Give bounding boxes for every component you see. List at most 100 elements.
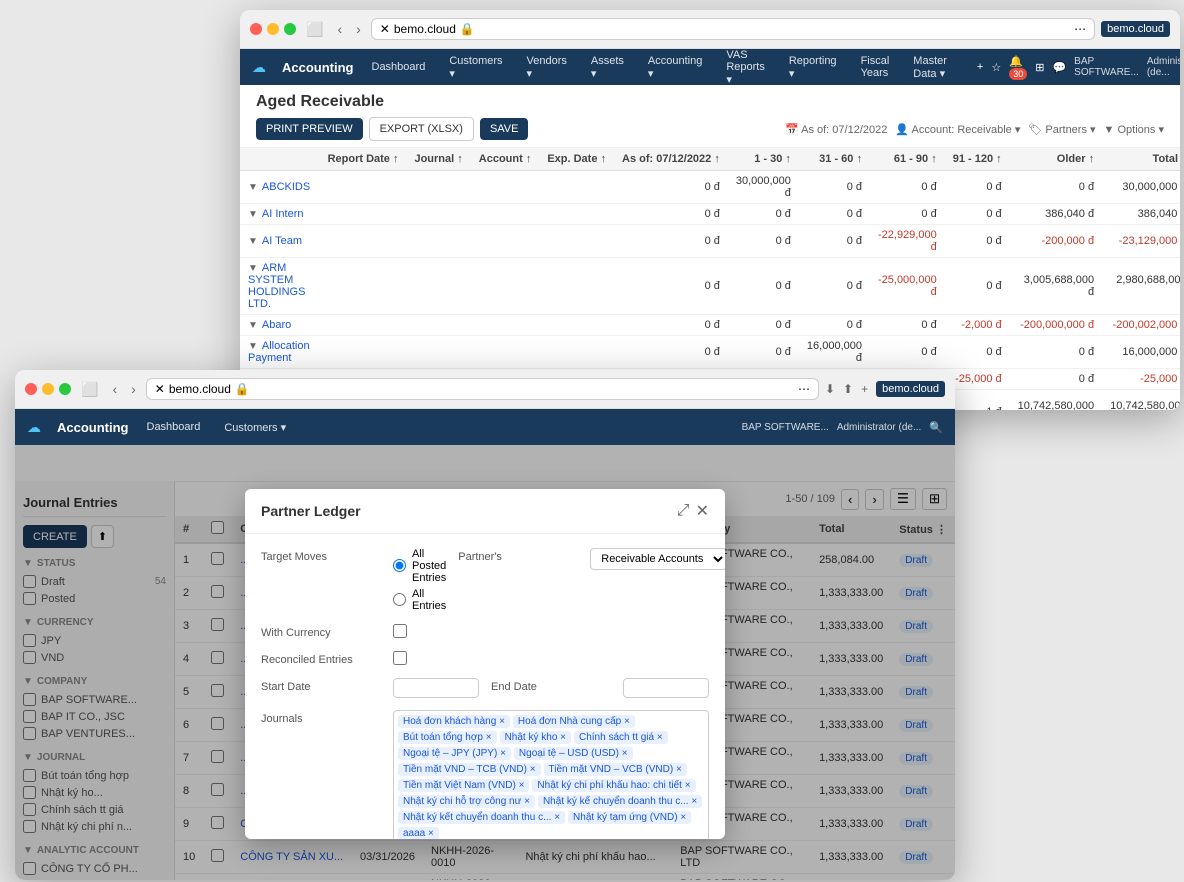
close-button[interactable] xyxy=(250,23,262,35)
window-toggle-2[interactable]: ⬜ xyxy=(77,379,102,400)
report-cell xyxy=(539,258,614,315)
new-tab-icon[interactable]: + xyxy=(861,382,868,396)
app-nav-2: ☁ Accounting Dashboard Customers ▾ BAP S… xyxy=(15,409,955,445)
journal-tag[interactable]: Tiền mặt VND – TCB (VND) × xyxy=(398,763,541,776)
minimize-button-2[interactable] xyxy=(42,383,54,395)
col-report-date[interactable]: Report Date ↑ xyxy=(320,148,407,171)
modal-close-button[interactable]: ✕ xyxy=(696,501,709,521)
journal-tag[interactable]: Bút toán tổng hợp × xyxy=(398,731,497,744)
journal-tag[interactable]: Nhật ký chi hỗ trợ công nư × xyxy=(398,795,535,808)
journal-tag[interactable]: Tiền mặt VND – VCB (VND) × xyxy=(544,763,687,776)
col-61-90[interactable]: 61 - 90 ↑ xyxy=(870,148,945,171)
journal-tag[interactable]: Chính sách tt giá × xyxy=(574,731,668,744)
journal-tag[interactable]: aaaa × xyxy=(398,827,439,839)
nav-bell[interactable]: 🔔30 xyxy=(1009,55,1027,80)
nav-search[interactable]: 🔍 xyxy=(929,421,943,434)
journal-tag[interactable]: Tiền mặt Việt Nam (VND) × xyxy=(398,779,529,792)
back-button-2[interactable]: ‹ xyxy=(108,379,121,399)
report-cell xyxy=(406,315,470,336)
nav-user-2[interactable]: Administrator (de... xyxy=(837,422,921,433)
back-button[interactable]: ‹ xyxy=(333,19,346,39)
report-table-row[interactable]: ▼AI Team0 đ0 đ0 đ-22,929,000 đ0 đ-200,00… xyxy=(240,225,1180,258)
nav-customers[interactable]: Customers ▾ xyxy=(443,51,508,84)
col-journal[interactable]: Journal ↑ xyxy=(406,148,470,171)
filter-account[interactable]: 👤 Account: Receivable ▾ xyxy=(895,123,1020,136)
journals-tags[interactable]: Hoá đơn khách hàng ×Hoá đơn Nhà cung cấp… xyxy=(393,710,709,839)
close-button-2[interactable] xyxy=(25,383,37,395)
nav-dashboard-2[interactable]: Dashboard xyxy=(141,417,207,437)
export-xlsx-button[interactable]: EXPORT (XLSX) xyxy=(369,117,474,141)
start-date-input[interactable] xyxy=(393,678,479,698)
report-cell: 0 đ xyxy=(799,225,870,258)
nav-star[interactable]: ☆ xyxy=(991,61,1001,74)
more-icon[interactable]: ⋯ xyxy=(1074,22,1086,36)
filter-partners[interactable]: 🏷 Partners ▾ xyxy=(1028,123,1095,136)
col-exp-date[interactable]: Exp. Date ↑ xyxy=(539,148,614,171)
report-table-row[interactable]: ▼Abaro0 đ0 đ0 đ0 đ-2,000 đ-200,000,000 đ… xyxy=(240,315,1180,336)
report-table-row[interactable]: ▼AI Intern0 đ0 đ0 đ0 đ0 đ386,040 đ386,04… xyxy=(240,204,1180,225)
journal-tag[interactable]: Hoá đơn khách hàng × xyxy=(398,715,510,728)
nav-chat[interactable]: 💬 xyxy=(1052,61,1066,74)
journal-tag[interactable]: Nhật ký chi phí khấu hao: chi tiết × xyxy=(532,779,695,792)
all-posted-option[interactable]: All Posted Entries xyxy=(393,548,446,584)
report-table-row[interactable]: ▼ABCKIDS0 đ30,000,000 đ0 đ0 đ0 đ0 đ30,00… xyxy=(240,171,1180,204)
page-title: Aged Receivable xyxy=(256,93,1164,111)
url-bar-1[interactable]: ✕ bemo.cloud 🔒 ⋯ xyxy=(371,18,1095,40)
modal-expand-button[interactable]: ⤢ xyxy=(677,501,690,521)
nav-grid[interactable]: ⊞ xyxy=(1035,61,1044,74)
download-icon[interactable]: ⬇ xyxy=(825,382,835,396)
nav-icons: + ☆ 🔔30 ⊞ 💬 BAP SOFTWARE... Administrato… xyxy=(977,55,1180,80)
nav-user[interactable]: Administrator (de... xyxy=(1147,56,1180,78)
report-cell xyxy=(406,171,470,204)
partners-select[interactable]: Receivable Accounts xyxy=(590,548,725,570)
nav-vas-reports[interactable]: VAS Reports ▾ xyxy=(720,45,771,90)
col-older[interactable]: Older ↑ xyxy=(1010,148,1102,171)
nav-assets[interactable]: Assets ▾ xyxy=(585,51,630,84)
journal-tag[interactable]: Nhật ký kế chuyển doanh thu c... × xyxy=(538,795,702,808)
print-preview-button[interactable]: PRINT PREVIEW xyxy=(256,118,363,140)
all-entries-option[interactable]: All Entries xyxy=(393,588,446,612)
save-button[interactable]: SAVE xyxy=(480,118,529,140)
maximize-button-2[interactable] xyxy=(59,383,71,395)
journal-tag[interactable]: Nhật ký tạm ứng (VND) × xyxy=(568,811,691,824)
journal-tag[interactable]: Nhật ký kết chuyển doanh thu c... × xyxy=(398,811,565,824)
maximize-button[interactable] xyxy=(284,23,296,35)
nav-company[interactable]: BAP SOFTWARE... xyxy=(1074,56,1139,78)
col-account[interactable]: Account ↑ xyxy=(471,148,540,171)
more-icon-2[interactable]: ⋯ xyxy=(798,382,810,396)
col-total[interactable]: Total ↑ xyxy=(1102,148,1180,171)
nav-fiscal-years[interactable]: Fiscal Years xyxy=(855,51,896,83)
with-currency-checkbox[interactable] xyxy=(393,624,407,638)
all-posted-radio[interactable] xyxy=(393,559,406,572)
end-date-input[interactable] xyxy=(623,678,709,698)
journal-tag[interactable]: Hoá đơn Nhà cung cấp × xyxy=(513,715,635,728)
report-table-row[interactable]: ▼ARM SYSTEM HOLDINGS LTD.0 đ0 đ0 đ-25,00… xyxy=(240,258,1180,315)
journal-tag[interactable]: Nhật ký kho × xyxy=(500,731,571,744)
nav-reporting[interactable]: Reporting ▾ xyxy=(783,51,843,84)
journal-tag[interactable]: Ngoại tệ – USD (USD) × xyxy=(514,747,633,760)
share-icon[interactable]: ⬆ xyxy=(843,382,853,396)
filter-date[interactable]: 📅 As of: 07/12/2022 xyxy=(785,123,887,136)
all-entries-radio[interactable] xyxy=(393,593,406,606)
col-as-of[interactable]: As of: 07/12/2022 ↑ xyxy=(614,148,728,171)
report-table-row[interactable]: ▼Allocation Payment0 đ0 đ16,000,000 đ0 đ… xyxy=(240,336,1180,369)
nav-accounting[interactable]: Accounting ▾ xyxy=(642,51,708,84)
nav-plus[interactable]: + xyxy=(977,61,983,73)
nav-master-data[interactable]: Master Data ▾ xyxy=(907,51,953,84)
nav-company-2[interactable]: BAP SOFTWARE... xyxy=(742,422,829,433)
filter-options[interactable]: ▼ Options ▾ xyxy=(1104,123,1164,136)
forward-button[interactable]: › xyxy=(352,19,365,39)
forward-button-2[interactable]: › xyxy=(127,379,140,399)
reconciled-checkbox[interactable] xyxy=(393,651,407,665)
col-91-120[interactable]: 91 - 120 ↑ xyxy=(945,148,1010,171)
col-31-60[interactable]: 31 - 60 ↑ xyxy=(799,148,870,171)
nav-vendors[interactable]: Vendors ▾ xyxy=(521,51,573,84)
url-bar-2[interactable]: ✕ bemo.cloud 🔒 ⋯ xyxy=(146,378,819,400)
nav-customers-2[interactable]: Customers ▾ xyxy=(218,417,292,438)
window-toggle[interactable]: ⬜ xyxy=(302,19,327,40)
report-cell xyxy=(471,225,540,258)
col-1-30[interactable]: 1 - 30 ↑ xyxy=(728,148,799,171)
nav-dashboard[interactable]: Dashboard xyxy=(366,57,432,77)
journal-tag[interactable]: Ngoại tệ – JPY (JPY) × xyxy=(398,747,511,760)
minimize-button[interactable] xyxy=(267,23,279,35)
